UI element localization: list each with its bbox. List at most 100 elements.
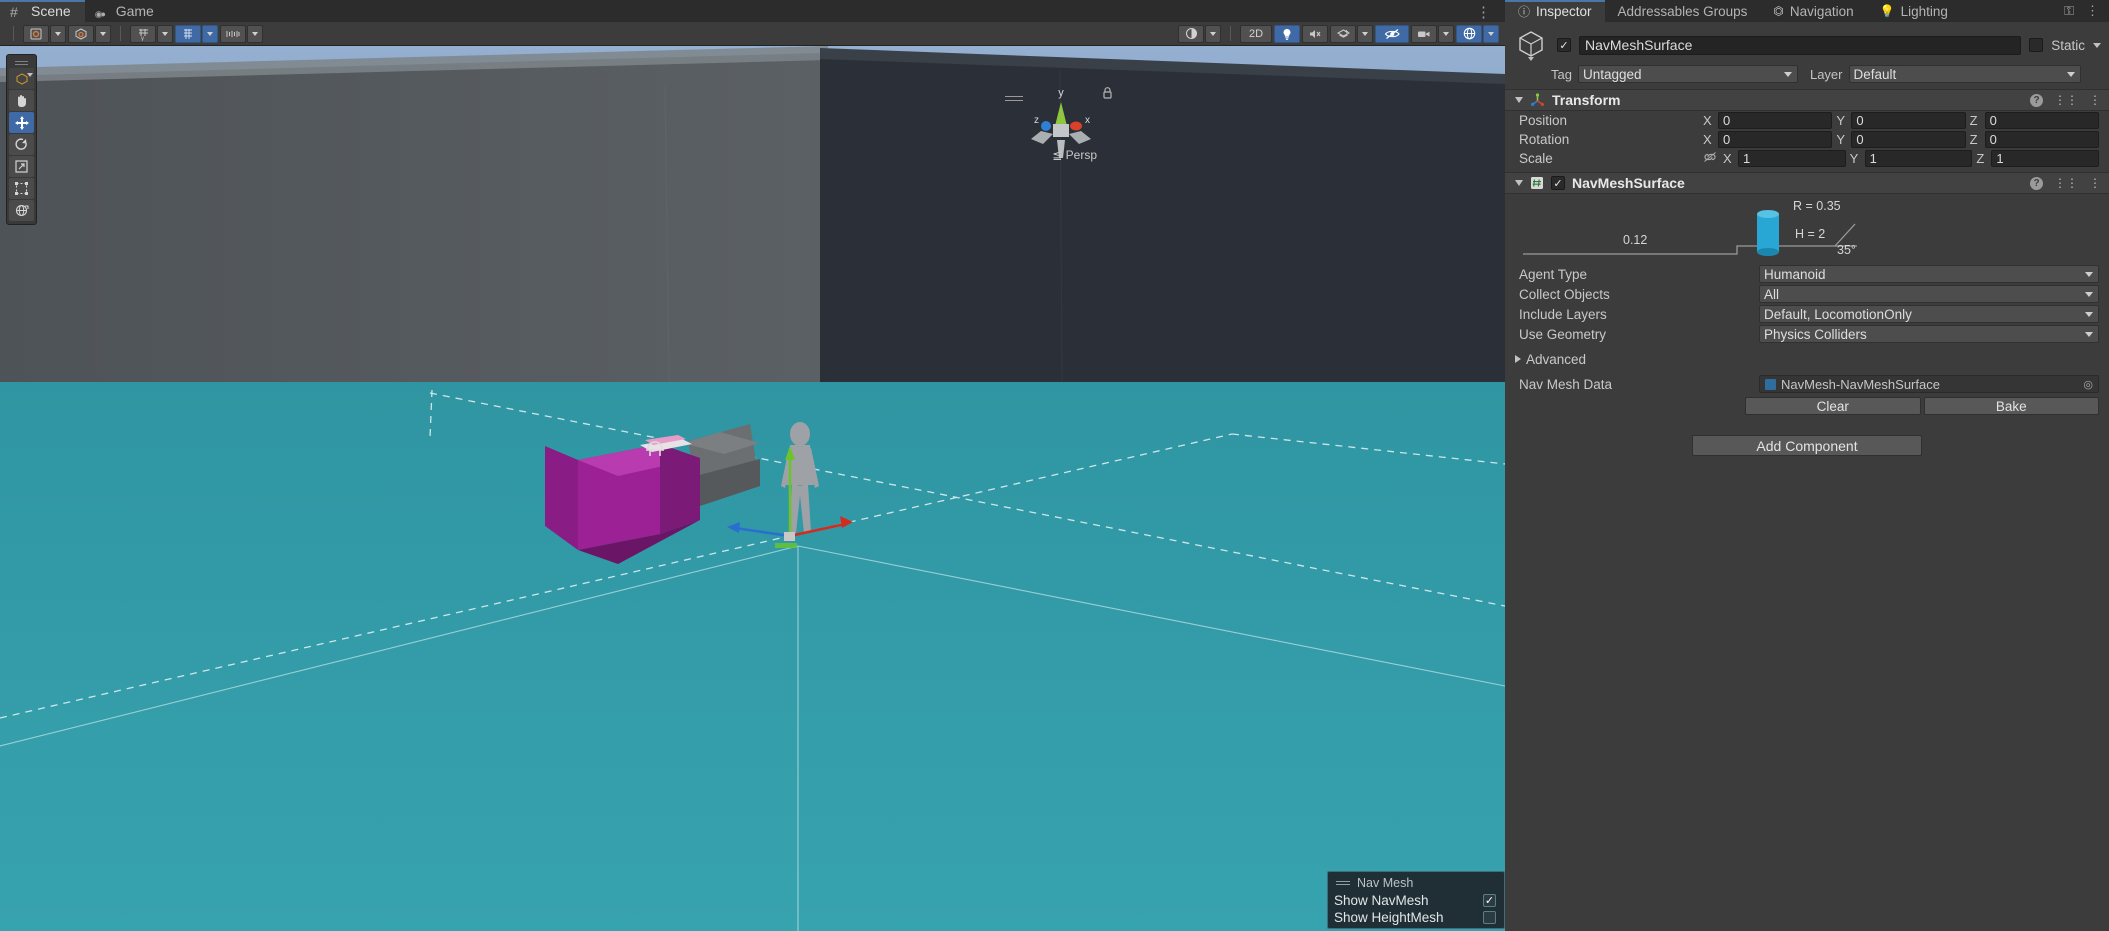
scene-fx-icon[interactable] [1330,24,1356,43]
shading-mode-icon[interactable] [68,24,94,43]
include-layers-dropdown[interactable]: Default, LocomotionOnly [1759,305,2099,323]
overlay-row-show-navmesh[interactable]: Show NavMesh ✓ [1328,892,1504,909]
navmeshsurface-component-header[interactable]: ✓ NavMeshSurface ? ⋮⋮ ⋮ [1505,172,2109,194]
collect-objects-dropdown[interactable]: All [1759,285,2099,303]
draw-mode-caret[interactable] [50,24,66,43]
scene-gizmos-icon[interactable] [1456,24,1482,43]
camera-projection-label[interactable]: ≦ Persp [1052,148,1097,162]
hidden-objects-icon[interactable] [1375,24,1409,43]
scene-camera-group[interactable] [1411,24,1454,43]
scale-y-field[interactable]: 1 [1864,150,1973,167]
transform-tool[interactable] [9,200,34,221]
scale-z-field[interactable]: 1 [1991,150,2100,167]
rotate-tool[interactable] [9,134,34,155]
navmesh-overlay-header[interactable]: Nav Mesh [1328,875,1504,892]
bake-button[interactable]: Bake [1923,397,2099,415]
object-picker-icon[interactable]: ◎ [2083,378,2093,391]
scene-shading-caret[interactable] [1205,24,1221,43]
use-geometry-dropdown[interactable]: Physics Colliders [1759,325,2099,343]
grid-snap-caret[interactable] [202,24,218,43]
grid-axis-group[interactable]: y [130,24,173,43]
navmesh-data-object-field[interactable]: NavMesh-NavMeshSurface ◎ [1759,375,2099,393]
tab-navigation[interactable]: ⏣ Navigation [1760,0,1866,22]
snap-increment-group[interactable] [220,24,263,43]
inspector-menu-icon[interactable]: ⋮ [2086,3,2099,19]
component-menu-icon[interactable]: ⋮ [2089,176,2101,190]
pivot-rotation-toggle[interactable] [9,68,34,89]
inspector-body: ✓ NavMeshSurface ✓ Static Tag Untagged L… [1505,22,2109,931]
static-checkbox[interactable]: ✓ [2029,38,2044,52]
tag-dropdown[interactable]: Untagged [1577,65,1798,83]
draw-mode-group[interactable] [23,24,66,43]
rotation-x-field[interactable]: 0 [1718,131,1833,148]
scene-overflow-menu-icon[interactable]: ⋮ [1476,5,1505,22]
preset-icon[interactable]: ⋮⋮ [2054,93,2078,107]
scene-fx-caret[interactable] [1357,24,1373,43]
tag-label: Tag [1551,66,1572,82]
tab-addressables-groups[interactable]: Addressables Groups [1605,0,1761,22]
hand-tool[interactable] [9,90,34,111]
navmesh-overlay-panel[interactable]: Nav Mesh Show NavMesh ✓ Show HeightMesh … [1327,871,1505,929]
transform-component-header[interactable]: Transform ? ⋮⋮ ⋮ [1505,89,2109,111]
scale-tool[interactable] [9,156,34,177]
toolbar-divider [13,26,14,41]
static-dropdown-caret-icon[interactable] [2093,42,2101,48]
lock-icon[interactable]: ⚿ [2064,3,2074,19]
tools-drag-handle[interactable] [7,58,36,67]
tab-lighting[interactable]: 💡 Lighting [1867,0,1961,22]
grid-snap-icon[interactable] [175,24,201,43]
grid-axis-icon[interactable]: y [130,24,156,43]
rotation-z-field[interactable]: 0 [1984,131,2099,148]
overlay-row-show-heightmesh[interactable]: Show HeightMesh ✓ [1328,909,1504,926]
gameobject-enabled-checkbox[interactable]: ✓ [1557,38,1571,52]
grid-snap-group[interactable] [175,24,218,43]
advanced-foldout-row[interactable]: Advanced [1505,349,2109,369]
scene-audio-icon[interactable] [1302,24,1328,43]
scene-fx-group[interactable] [1330,24,1373,43]
show-navmesh-checkbox[interactable]: ✓ [1483,894,1496,907]
scene-gizmos-caret[interactable] [1483,24,1499,43]
tab-game[interactable]: Game [85,0,168,22]
tab-scene[interactable]: Scene [0,0,85,22]
help-icon[interactable]: ? [2030,176,2043,190]
grid-axis-caret[interactable] [157,24,173,43]
scene-camera-caret[interactable] [1438,24,1454,43]
position-x-field[interactable]: 0 [1718,112,1833,129]
snap-increment-icon[interactable] [220,24,246,43]
preset-icon[interactable]: ⋮⋮ [2054,176,2078,190]
show-heightmesh-checkbox[interactable]: ✓ [1483,911,1496,924]
scene-shading-group[interactable] [1178,24,1221,43]
2d-toggle-button[interactable]: 2D [1240,24,1272,43]
navmeshsurface-enabled-checkbox[interactable]: ✓ [1551,176,1565,190]
scene-lock-icon[interactable] [1102,86,1113,102]
component-menu-icon[interactable]: ⋮ [2089,93,2101,107]
scale-link-icon[interactable] [1703,151,1717,166]
help-icon[interactable]: ? [2030,93,2043,107]
scene-lighting-icon[interactable] [1274,24,1300,43]
transform-foldout-icon[interactable] [1515,97,1523,103]
svg-text:y: y [1058,87,1064,99]
overlay-drag-handle-icon[interactable] [1336,881,1350,885]
scene-shading-icon[interactable] [1178,24,1204,43]
advanced-foldout-icon[interactable] [1515,355,1521,363]
agent-type-dropdown[interactable]: Humanoid [1759,265,2099,283]
draw-mode-icon[interactable] [23,24,49,43]
layer-dropdown[interactable]: Default [1848,65,2081,83]
shading-mode-caret[interactable] [95,24,111,43]
add-component-button[interactable]: Add Component [1692,435,1922,456]
clear-button[interactable]: Clear [1745,397,1921,415]
scene-viewport[interactable]: y z x ≦ Persp [0,46,1505,931]
gameobject-name-field[interactable]: NavMeshSurface [1579,35,2022,55]
navmeshsurface-foldout-icon[interactable] [1515,180,1523,186]
rect-tool[interactable] [9,178,34,199]
tab-inspector[interactable]: ⓘ Inspector [1505,0,1605,22]
position-z-field[interactable]: 0 [1984,112,2099,129]
shading-mode-group[interactable] [68,24,111,43]
scale-x-field[interactable]: 1 [1738,150,1846,167]
rotation-y-field[interactable]: 0 [1851,131,1966,148]
snap-increment-caret[interactable] [247,24,263,43]
position-y-field[interactable]: 0 [1851,112,1966,129]
scene-camera-icon[interactable] [1411,24,1437,43]
scene-gizmos-group[interactable] [1456,24,1499,43]
move-tool[interactable] [9,112,34,133]
